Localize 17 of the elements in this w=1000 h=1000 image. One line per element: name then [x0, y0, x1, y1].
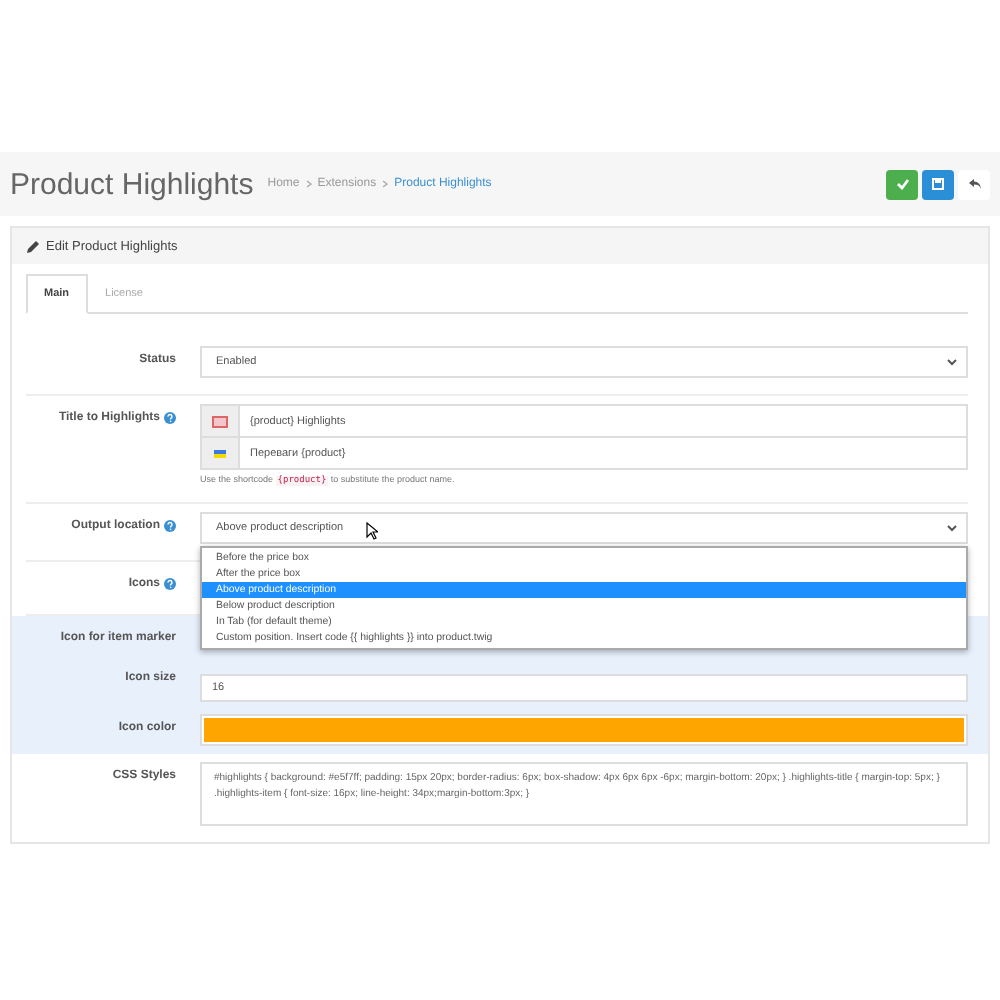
- page-title: Product Highlights: [10, 167, 254, 201]
- pencil-icon: [26, 239, 40, 253]
- chevron-down-icon: [946, 524, 958, 532]
- help-icon[interactable]: [164, 520, 176, 532]
- check-icon: [895, 178, 909, 190]
- save-button[interactable]: [922, 169, 954, 199]
- reply-arrow-icon: [967, 178, 981, 190]
- help-icon[interactable]: [164, 578, 176, 590]
- chevron-down-icon: [946, 358, 958, 366]
- flag-icon: [212, 415, 228, 427]
- help-icon[interactable]: [164, 412, 176, 424]
- mouse-cursor-icon: [366, 522, 378, 540]
- back-button[interactable]: [958, 169, 990, 199]
- chevron-right-icon: [382, 180, 389, 188]
- flag-icon: [214, 449, 226, 457]
- save-button[interactable]: [886, 169, 918, 199]
- chevron-right-icon: [305, 180, 312, 188]
